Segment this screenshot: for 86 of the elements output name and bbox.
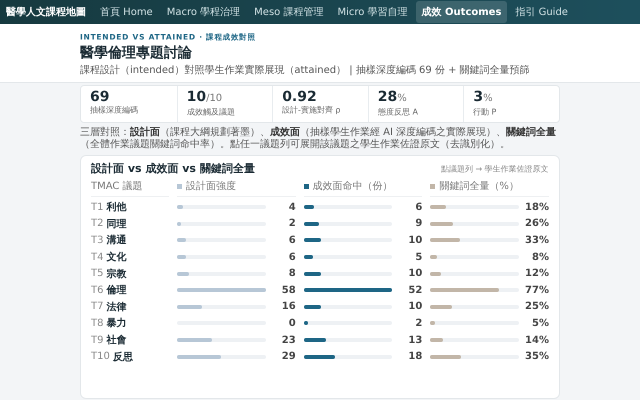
topic-row-label[interactable]: T8 暴力	[91, 315, 169, 332]
topic-code: T1	[91, 202, 104, 213]
topic-name: 同理	[106, 218, 126, 231]
bar-value: 52	[407, 284, 422, 296]
card-hint: 點議題列 → 學生作業佐證原文	[441, 164, 549, 174]
bar-value: 13	[407, 334, 422, 346]
stat-label: 行動 P	[473, 108, 498, 118]
topic-row-label[interactable]: T1 利他	[91, 199, 169, 216]
topic-row-label[interactable]: T2 同理	[91, 216, 169, 232]
page-subtitle: 課程設計（intended）對照學生作業實際展現（attained） | 抽樣深度編碼 69 份 + 關鍵詞全量預篩	[80, 64, 531, 77]
nav-tab[interactable]: 指引 Guide	[509, 1, 574, 23]
nav-tab[interactable]: Micro 學習自理	[331, 1, 414, 23]
topic-name: 溝通	[106, 234, 126, 248]
topic-code: T3	[91, 234, 104, 246]
topic-code: T2	[91, 218, 104, 230]
stat-value: 10/10	[186, 89, 224, 107]
bar-value: 10	[407, 234, 422, 246]
bar-value: 58	[280, 284, 296, 296]
topic-row-label[interactable]: T10 反思	[91, 348, 169, 365]
column-label: TMAC 議題	[91, 180, 143, 193]
nav-tab[interactable]: Macro 學程治理	[160, 1, 246, 23]
topic-code: T9	[91, 334, 104, 346]
stat-label: 態度反思 A	[378, 108, 419, 118]
topic-row-label[interactable]: T4 文化	[91, 248, 169, 266]
stat-value: 3%	[473, 89, 494, 107]
nav-tab[interactable]: 成效 Outcomes	[416, 1, 508, 23]
topic-name: 反思	[112, 350, 133, 364]
bar-value: 14%	[524, 334, 549, 346]
topic-code: T7	[91, 301, 104, 312]
bar-value: 8	[288, 268, 296, 280]
topic-code: T10	[91, 351, 110, 362]
bar-value: 77%	[524, 284, 549, 296]
bar-value: 5	[414, 252, 422, 263]
column-label: 設計面強度	[186, 180, 236, 193]
topic-name: 倫理	[106, 284, 126, 298]
topic-code: T6	[91, 284, 104, 296]
topic-name: 利他	[106, 200, 126, 214]
column-label: 關鍵詞全量（%）	[439, 180, 519, 193]
stat-value: 28%	[378, 89, 408, 107]
stat-value: 69	[90, 89, 110, 105]
bar-value: 0	[288, 318, 296, 329]
nav-tab[interactable]: Meso 課程管理	[248, 1, 330, 23]
stat-label: 設計-實施對齊 ρ	[282, 106, 342, 116]
bar-value: 5%	[531, 318, 549, 329]
topic-row-label[interactable]: T6 倫理	[91, 282, 169, 299]
bar-value: 9	[414, 218, 422, 230]
topic-name: 宗教	[106, 267, 126, 281]
topic-row-label[interactable]: T7 法律	[91, 298, 169, 316]
page-title: 醫學倫理專題討論	[80, 44, 193, 62]
bar-value: 18	[407, 351, 422, 362]
topic-name: 文化	[106, 250, 126, 264]
stat-label: 成效觸及議題	[186, 108, 236, 118]
bar-value: 33%	[524, 234, 549, 246]
bar-value: 23	[280, 334, 296, 346]
bar-value: 8%	[531, 252, 549, 263]
bar-value: 10	[407, 268, 422, 280]
stat-value: 0.92	[282, 89, 318, 105]
bar-value: 16	[280, 301, 296, 312]
bar-value: 2	[414, 318, 422, 329]
topic-name: 社會	[106, 334, 126, 348]
topic-name: 暴力	[106, 316, 126, 330]
bar-value: 35%	[524, 351, 549, 362]
bar-value: 18%	[524, 202, 549, 213]
topic-code: T8	[91, 318, 104, 329]
topic-code: T4	[91, 252, 104, 263]
bar-value: 12%	[524, 268, 549, 280]
topic-row-label[interactable]: T3 溝通	[91, 232, 169, 249]
bar-value: 10	[407, 301, 422, 312]
card-title: 設計面 vs 成效面 vs 關鍵詞全量	[91, 161, 255, 176]
topic-row-label[interactable]: T9 社會	[91, 332, 169, 348]
bar-value: 2	[288, 218, 296, 230]
nav-tab[interactable]: 首頁 Home	[94, 1, 159, 23]
topic-row-label[interactable]: T5 宗教	[91, 265, 169, 282]
topic-code: T5	[91, 268, 104, 280]
bar-value: 25%	[524, 301, 549, 312]
bar-value: 26%	[524, 218, 549, 230]
bar-value: 29	[280, 351, 296, 362]
column-label: 成效面命中（份）	[312, 180, 393, 193]
bar-value: 6	[414, 202, 422, 213]
topic-name: 法律	[106, 300, 126, 314]
legend-note: 三層對照：設計面（課程大綱規劃著墨）、成效面（抽樣學生作業經 AI 深度編碼之實際展現）、關鍵詞全量（全體作業議題關鍵詞命中率）。點任一議題列可展開該議題之學生作業佐證原文（去識別化）。	[80, 127, 558, 151]
bar-value: 6	[288, 252, 296, 263]
stat-label: 抽樣深度編碼	[90, 106, 139, 116]
brand-title[interactable]: 醫學人文課程地圖	[6, 5, 86, 19]
bar-value: 4	[288, 202, 296, 213]
bar-value: 6	[288, 234, 296, 246]
